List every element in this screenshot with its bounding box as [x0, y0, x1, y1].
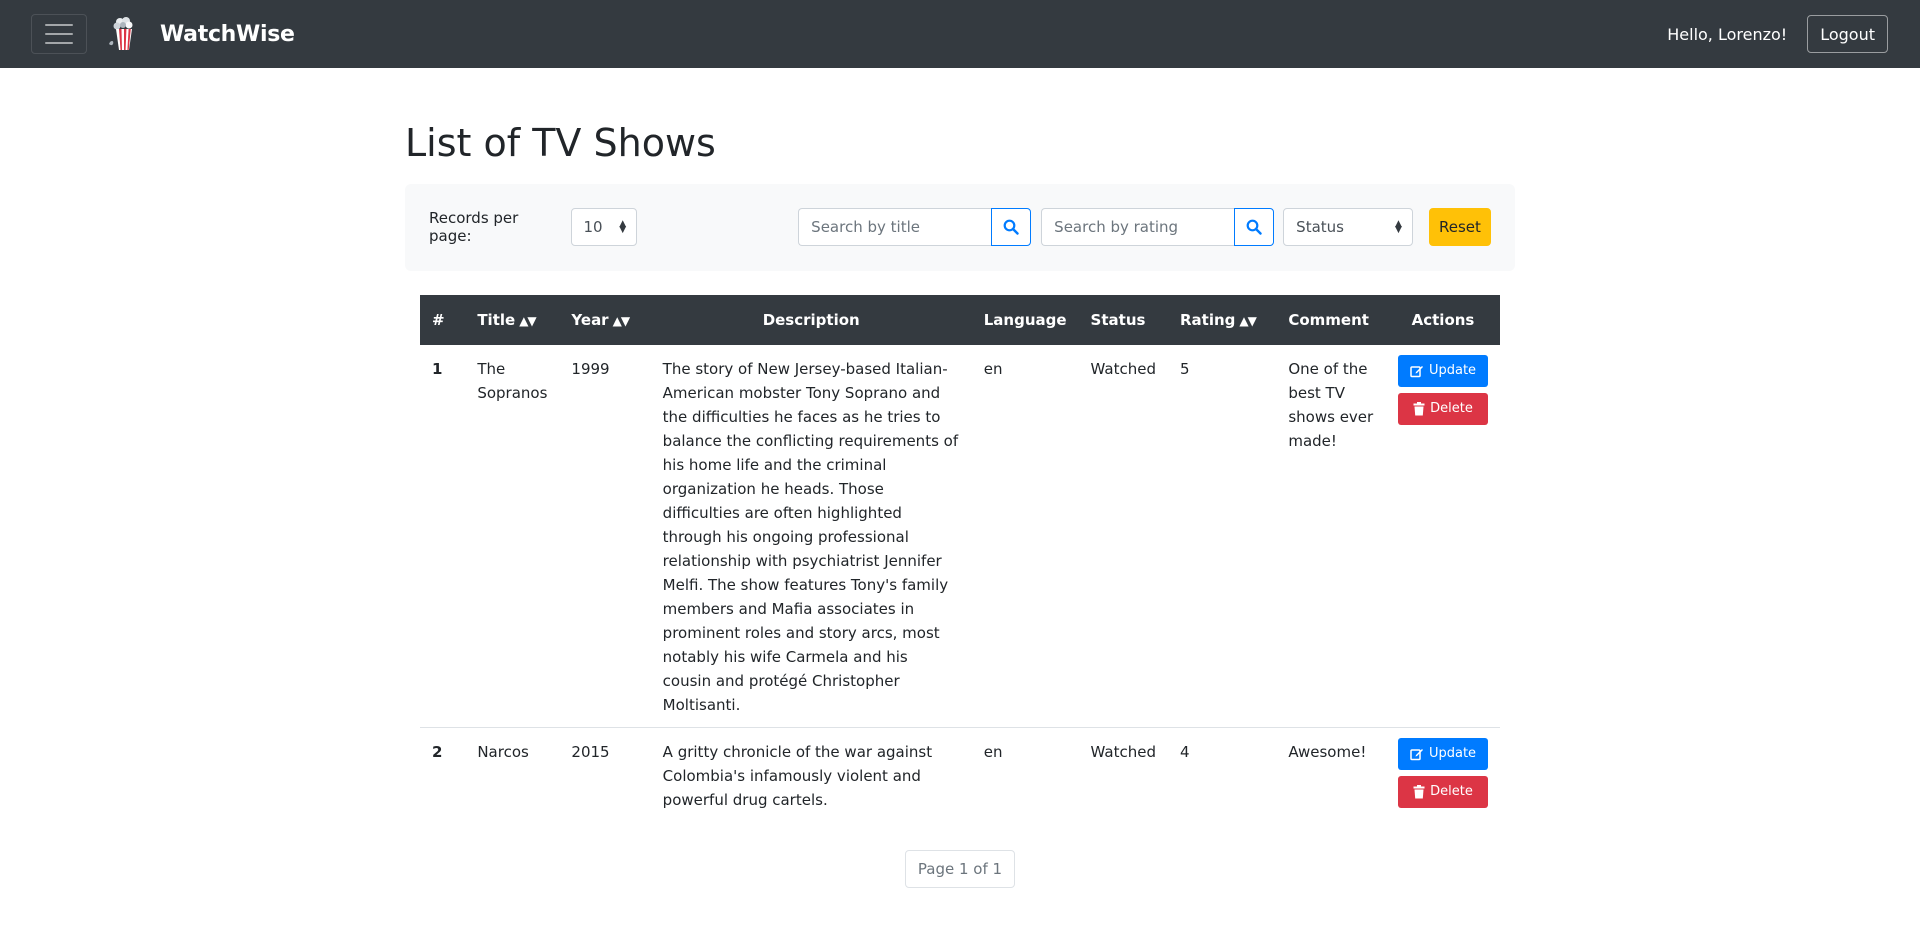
top-navbar: WatchWise Hello, Lorenzo! Logout — [0, 0, 1920, 68]
popcorn-logo-icon — [109, 17, 133, 50]
table-row: 1 The Sopranos 1999 The story of New Jer… — [420, 344, 1500, 728]
show-description: The story of New Jersey-based Italian-Am… — [650, 344, 972, 728]
trash-icon — [1413, 401, 1425, 416]
show-year: 1999 — [559, 344, 651, 728]
update-button[interactable]: Update — [1398, 354, 1488, 387]
sort-icon[interactable]: ▲▼ — [519, 314, 536, 328]
update-button[interactable]: Update — [1398, 737, 1488, 770]
delete-button[interactable]: Delete — [1398, 775, 1488, 808]
edit-icon — [1410, 365, 1423, 377]
hamburger-icon — [45, 24, 73, 26]
row-actions: Update Delete — [1386, 727, 1500, 822]
show-rating: 5 — [1168, 344, 1277, 728]
rating-search-group — [1041, 208, 1275, 247]
delete-button[interactable]: Delete — [1398, 392, 1488, 425]
column-header-comment: Comment — [1276, 294, 1386, 345]
page-title: List of TV Shows — [405, 121, 716, 165]
page-indicator: Page 1 of 1 — [904, 849, 1016, 888]
pagination: Page 1 of 1 — [405, 849, 1515, 888]
column-header-description: Description — [650, 294, 972, 345]
show-rating: 4 — [1180, 742, 1190, 761]
update-label: Update — [1428, 746, 1477, 762]
records-per-page-select[interactable]: 10 ▲ ▼ — [570, 208, 638, 247]
show-language: en — [983, 742, 1003, 761]
menu-toggle-button[interactable] — [31, 14, 87, 54]
sort-icon[interactable]: ▲▼ — [1239, 314, 1256, 328]
column-header-status: Status — [1078, 294, 1168, 345]
status-select-value: Status — [1296, 218, 1344, 237]
show-status: Watched — [1090, 742, 1156, 761]
column-header-language: Language — [971, 294, 1079, 345]
tv-shows-table-wrapper: # Title ▲▼ Year ▲▼ Description Language St… — [420, 294, 1500, 822]
status-select[interactable]: Status ▲ ▼ — [1283, 208, 1413, 247]
row-number: 2 — [432, 742, 443, 761]
column-header-year[interactable]: Year ▲▼ — [559, 294, 651, 345]
delete-label: Delete — [1430, 401, 1473, 417]
brand-link[interactable]: WatchWise — [107, 16, 295, 52]
edit-icon — [1410, 748, 1423, 760]
show-comment: Awesome! — [1288, 742, 1367, 761]
brand-name: WatchWise — [160, 21, 295, 47]
trash-icon — [1413, 784, 1425, 799]
show-language: en — [971, 344, 1079, 728]
records-per-page-label: Records per page: — [429, 209, 519, 246]
table-row: 2 Narcos 2015 A gritty chronicle of the … — [420, 727, 1500, 822]
rating-search-button[interactable] — [1234, 208, 1275, 247]
row-actions: Update Delete — [1386, 344, 1500, 728]
table-header-row: # Title ▲▼ Year ▲▼ Description Language St… — [420, 294, 1500, 345]
records-per-page-value: 10 — [583, 218, 603, 237]
tv-shows-table: # Title ▲▼ Year ▲▼ Description Language St… — [420, 294, 1500, 822]
show-status: Watched — [1078, 344, 1168, 728]
search-icon — [1003, 219, 1019, 235]
title-search-input[interactable] — [798, 208, 992, 247]
show-comment: One of the best TV shows ever made! — [1276, 344, 1386, 728]
show-year: 2015 — [571, 742, 610, 761]
show-description: A gritty chronicle of the war against Co… — [662, 742, 933, 809]
sort-icon[interactable]: ▲▼ — [613, 314, 630, 328]
logout-button[interactable]: Logout — [1807, 15, 1888, 53]
column-header-title[interactable]: Title ▲▼ — [465, 294, 560, 345]
main-content: List of TV Shows Records per page: 10 ▲ ▼ — [405, 121, 1515, 888]
column-header-rating[interactable]: Rating ▲▼ — [1168, 294, 1277, 345]
rating-search-input[interactable] — [1041, 208, 1235, 247]
user-greeting: Hello, Lorenzo! — [1667, 24, 1788, 44]
select-caret-icon: ▲ ▼ — [1394, 219, 1402, 236]
select-caret-icon: ▲ ▼ — [619, 219, 627, 236]
search-icon — [1246, 219, 1262, 235]
title-search-button[interactable] — [991, 208, 1032, 247]
reset-button[interactable]: Reset — [1428, 208, 1491, 247]
title-search-group — [798, 208, 1032, 247]
column-header-actions: Actions — [1386, 294, 1500, 345]
show-title: The Sopranos — [465, 344, 560, 728]
row-number: 1 — [420, 344, 466, 728]
delete-label: Delete — [1430, 784, 1473, 800]
update-label: Update — [1428, 363, 1477, 379]
column-header-number: # — [420, 294, 466, 345]
filter-bar: Records per page: 10 ▲ ▼ Search by title… — [405, 183, 1515, 271]
show-title: Narcos — [477, 742, 529, 761]
